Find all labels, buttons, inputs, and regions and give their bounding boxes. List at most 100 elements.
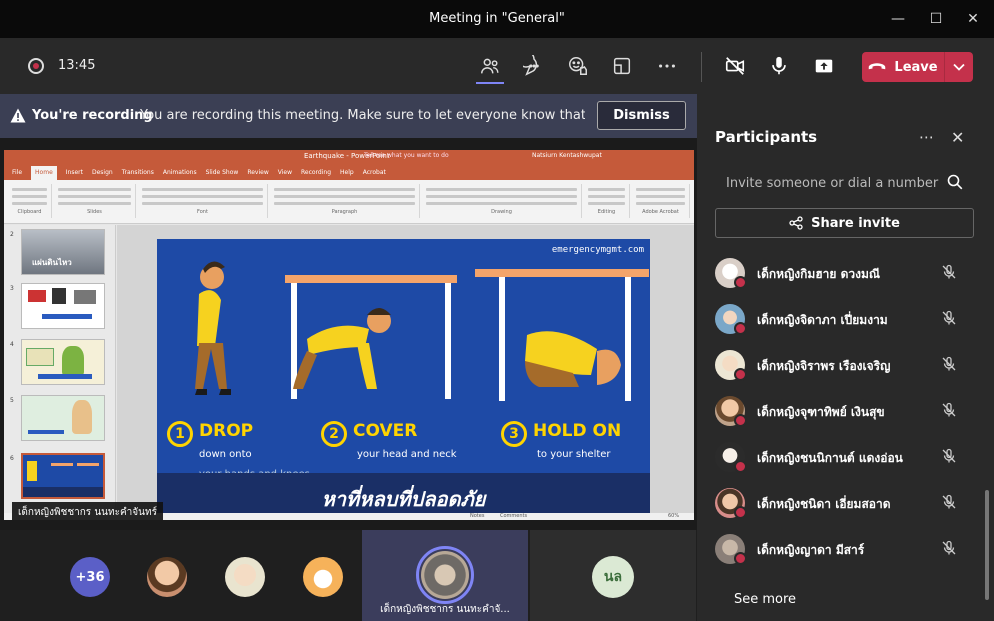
recording-icon (28, 58, 44, 74)
step-number: 2 (321, 421, 347, 447)
chat-button[interactable] (519, 52, 549, 80)
step-title: DROP (199, 421, 254, 441)
participant-avatar (715, 488, 747, 519)
participant-row[interactable]: เด็กหญิงชนิดา เอี่ยมสอาด (715, 482, 975, 522)
ribbon-group-label: Slides (87, 209, 102, 215)
close-icon: ✕ (951, 128, 965, 147)
participant-row[interactable]: เด็กหญิงญาดา มีสาร์ (715, 528, 975, 568)
ppt-tab[interactable]: View (278, 166, 292, 180)
close-icon: ✕ (967, 11, 979, 27)
slide-thumbnail-selected[interactable]: 6 (6, 453, 112, 501)
more-participants-badge[interactable]: +36 (70, 557, 110, 597)
share-content-button[interactable] (809, 52, 839, 80)
participant-row[interactable]: เด็กหญิงกิมฮาย ดวงมณี (715, 252, 975, 292)
participants-button[interactable] (475, 52, 505, 80)
minimize-button[interactable]: — (880, 6, 916, 32)
toolbar-divider (701, 52, 702, 82)
camera-button[interactable] (720, 52, 750, 80)
slide-thumbnail-image (21, 395, 105, 441)
slide-caption: หาที่หลบที่ปลอดภัย (321, 487, 486, 511)
slide-thumbnail-image (21, 283, 105, 329)
ppt-tab[interactable]: Animations (163, 166, 197, 180)
participant-avatar[interactable] (147, 557, 187, 597)
participant-avatar[interactable] (225, 557, 265, 597)
slide-thumbnail-image (21, 339, 105, 385)
step-title: HOLD ON (533, 421, 622, 441)
title-bar: Meeting in "General" — ☐ ✕ (0, 0, 994, 38)
participant-avatar (715, 442, 747, 473)
participant-avatar (421, 551, 469, 599)
slide-thumbnail[interactable]: 4 (6, 339, 112, 387)
ppt-tab[interactable]: Review (247, 166, 268, 180)
status-notes[interactable]: Notes (470, 513, 484, 519)
leave-main[interactable]: Leave (862, 52, 945, 82)
raise-hand-icon (569, 57, 587, 75)
ribbon-group-label: Adobe Acrobat (642, 209, 679, 215)
participant-row[interactable]: เด็กหญิงจิราพร เรืองเจริญ (715, 344, 975, 384)
slide-thumbnail-pane: 2 แผ่นดินไหว 3 4 5 6 (4, 225, 116, 513)
step-subtitle: down onto (199, 449, 252, 460)
panel-more-button[interactable]: ⋯ (919, 128, 934, 146)
slide-thumbnail[interactable]: 2 แผ่นดินไหว (6, 229, 112, 277)
participant-avatar (715, 534, 747, 565)
leave-button[interactable]: Leave (862, 52, 973, 82)
slide-thumbnail[interactable]: 3 (6, 283, 112, 331)
leave-label: Leave (894, 59, 938, 75)
participant-row[interactable]: เด็กหญิงชนนิกานต์ แดงอ่อน (715, 436, 975, 476)
status-comments[interactable]: Comments (500, 513, 527, 519)
meeting-toolbar: 13:45 Leave (0, 38, 994, 94)
rooms-button[interactable] (607, 52, 637, 80)
panel-close-button[interactable]: ✕ (951, 128, 964, 147)
close-window-button[interactable]: ✕ (955, 6, 991, 32)
step-subtitle: to your shelter (537, 449, 611, 460)
ppt-tab[interactable]: File (12, 166, 22, 180)
mic-muted-icon (942, 356, 956, 371)
share-invite-button[interactable]: Share invite (715, 208, 974, 238)
more-icon (659, 64, 675, 68)
status-zoom[interactable]: 60% (668, 513, 679, 519)
participant-avatar[interactable] (303, 557, 343, 597)
dismiss-button[interactable]: Dismiss (597, 101, 686, 130)
slide-thumbnail[interactable]: 5 (6, 395, 112, 443)
ppt-tab[interactable]: Transitions (122, 166, 154, 180)
microphone-icon (772, 56, 786, 75)
step-number: 3 (501, 421, 527, 447)
ppt-tab[interactable]: Slide Show (206, 166, 239, 180)
meeting-timer: 13:45 (58, 58, 96, 73)
participant-row[interactable]: เด็กหญิงจุฑาทิพย์ เงินสุข (715, 390, 975, 430)
ppt-tab[interactable]: Design (92, 166, 113, 180)
leave-options-button[interactable] (945, 63, 973, 71)
ppt-tab[interactable]: Help (340, 166, 354, 180)
see-more-link[interactable]: See more (734, 592, 796, 607)
participant-name: เด็กหญิงจุฑาทิพย์ เงินสุข (757, 405, 885, 419)
ppt-tab[interactable]: Recording (301, 166, 331, 180)
participant-tile[interactable]: นล (530, 530, 696, 621)
mic-muted-icon (942, 402, 956, 417)
panel-title: Participants (715, 128, 818, 146)
share-screen-icon (815, 59, 833, 73)
ppt-tab[interactable]: Acrobat (363, 166, 386, 180)
participants-panel: Participants ⋯ ✕ Invite someone or dial … (697, 94, 994, 621)
chat-icon (523, 55, 539, 76)
panel-scrollbar[interactable] (985, 490, 989, 600)
ppt-user-name: Natsiurn Kentashwupat (532, 152, 602, 159)
participant-name: เด็กหญิงกิมฮาย ดวงมณี (757, 267, 881, 281)
mic-muted-icon (942, 494, 956, 509)
ppt-tab[interactable]: Insert (66, 166, 83, 180)
ribbon-group-label: Drawing (491, 209, 512, 215)
ribbon-group-clipboard: Clipboard (8, 184, 52, 218)
participant-avatar (715, 258, 747, 289)
invite-search-box[interactable]: Invite someone or dial a number (715, 168, 973, 198)
active-speaker-tile[interactable]: เด็กหญิงพิชชากร นนทะคำจั... (362, 530, 528, 621)
mic-button[interactable] (764, 52, 794, 80)
ppt-tab-selected[interactable]: Home (31, 166, 57, 180)
reactions-button[interactable] (563, 52, 593, 80)
warning-icon (10, 108, 26, 123)
maximize-button[interactable]: ☐ (918, 6, 954, 32)
mic-muted-icon (942, 448, 956, 463)
ribbon-group-label: Font (197, 209, 208, 215)
participant-row[interactable]: เด็กหญิงจิดาภา เปี่ยมงาม (715, 298, 975, 338)
more-actions-button[interactable] (652, 52, 682, 80)
ribbon-group-slides: Slides (54, 184, 136, 218)
ppt-search-hint[interactable]: Tell me what you want to do (364, 152, 449, 159)
